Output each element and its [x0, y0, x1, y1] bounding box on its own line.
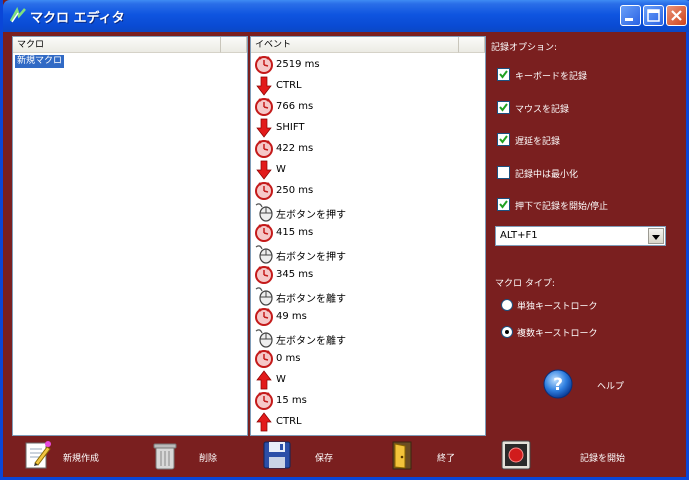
minimize-button[interactable]	[620, 5, 641, 26]
record-options-label: 記録オプション:	[491, 43, 558, 53]
event-label: 49 ms	[276, 311, 307, 322]
event-list[interactable]: イベント 2519 ms CTRL 766 ms SHIFT 422 ms W 250 ms…	[250, 36, 486, 436]
svg-text:?: ?	[553, 375, 563, 395]
help-button-label[interactable]: ヘルプ	[597, 379, 624, 392]
checkmark-icon	[499, 200, 508, 209]
event-label: CTRL	[276, 80, 302, 91]
dropdown-arrow-button[interactable]	[648, 228, 664, 244]
event-label: 422 ms	[276, 143, 314, 154]
event-label: 左ボタンを押す	[276, 210, 346, 221]
maximize-icon	[647, 9, 660, 22]
event-label: 15 ms	[276, 395, 307, 406]
exit-button[interactable]: 終了	[437, 451, 455, 464]
window-title: マクロ エディタ	[30, 11, 125, 26]
event-label: 2519 ms	[276, 59, 320, 70]
event-label: 0 ms	[276, 353, 301, 364]
checkmark-icon	[499, 135, 508, 144]
macro-list-item[interactable]: 新規マクロ	[15, 55, 65, 68]
radio-label[interactable]: 複数キーストローク	[517, 326, 598, 339]
radio-label[interactable]: 単独キーストローク	[517, 299, 598, 312]
checkmark-icon	[499, 102, 508, 112]
record-keyboard-checkbox[interactable]	[497, 68, 510, 81]
save-icon[interactable]	[261, 439, 293, 471]
app-icon	[9, 7, 26, 23]
event-label: W	[276, 374, 286, 385]
event-list-header[interactable]: イベント	[251, 37, 459, 53]
help-icon[interactable]: ?	[543, 369, 573, 399]
checkbox-label[interactable]: 記録中は最小化	[515, 167, 578, 180]
exit-door-icon[interactable]	[387, 439, 419, 471]
event-label: 左ボタンを離す	[276, 336, 346, 347]
event-label: 右ボタンを押す	[276, 252, 346, 263]
close-icon	[671, 10, 682, 21]
checkbox-label[interactable]: 押下で記録を開始/停止	[515, 199, 608, 212]
record-mouse-checkbox[interactable]	[497, 100, 510, 114]
event-label: SHIFT	[276, 122, 305, 133]
macro-list[interactable]: マクロ 新規マクロ	[12, 36, 248, 436]
save-button[interactable]: 保存	[315, 451, 333, 464]
event-list-header-filler	[459, 37, 485, 53]
event-label: 415 ms	[276, 227, 314, 238]
event-label: 766 ms	[276, 101, 314, 112]
event-label: 250 ms	[276, 185, 314, 196]
new-button[interactable]: 新規作成	[63, 451, 99, 464]
delete-button[interactable]: 削除	[199, 451, 217, 464]
checkbox-label[interactable]: キーボードを記録	[515, 69, 587, 82]
new-macro-icon[interactable]	[21, 439, 53, 471]
radio-dot	[505, 330, 509, 334]
minimize-icon	[625, 18, 633, 21]
maximize-button[interactable]	[643, 5, 664, 26]
trash-icon[interactable]	[149, 439, 181, 471]
single-keystroke-radio[interactable]	[501, 299, 513, 311]
event-label: CTRL	[276, 416, 302, 427]
chevron-down-icon	[652, 235, 660, 240]
record-icon[interactable]	[500, 439, 532, 471]
macro-list-header[interactable]: マクロ	[13, 37, 221, 53]
event-label: 345 ms	[276, 269, 314, 280]
macro-editor-window: マクロ エディタ マクロ 新規マクロ イベント 2519 ms CTRL 766 m…	[0, 0, 689, 480]
event-label: W	[276, 164, 286, 175]
start-recording-button[interactable]: 記録を開始	[580, 451, 625, 464]
record-delay-checkbox[interactable]	[497, 133, 510, 146]
hotkey-select-value: ALT+F1	[500, 230, 538, 241]
macro-list-header-filler	[221, 37, 247, 53]
title-bar[interactable]: マクロ エディタ	[3, 0, 689, 32]
checkbox-label[interactable]: マウスを記録	[515, 102, 569, 115]
minimize-while-recording-checkbox[interactable]	[497, 165, 510, 179]
checkmark-icon	[499, 70, 508, 79]
checkbox-label[interactable]: 遅延を記録	[515, 134, 560, 147]
close-button[interactable]	[666, 5, 687, 26]
hotkey-select[interactable]: ALT+F1	[495, 226, 666, 246]
macro-type-label: マクロ タイプ:	[495, 279, 555, 289]
multiple-keystroke-radio[interactable]	[501, 326, 513, 338]
hotkey-toggle-checkbox[interactable]	[497, 198, 510, 211]
event-label: 右ボタンを離す	[276, 294, 346, 305]
